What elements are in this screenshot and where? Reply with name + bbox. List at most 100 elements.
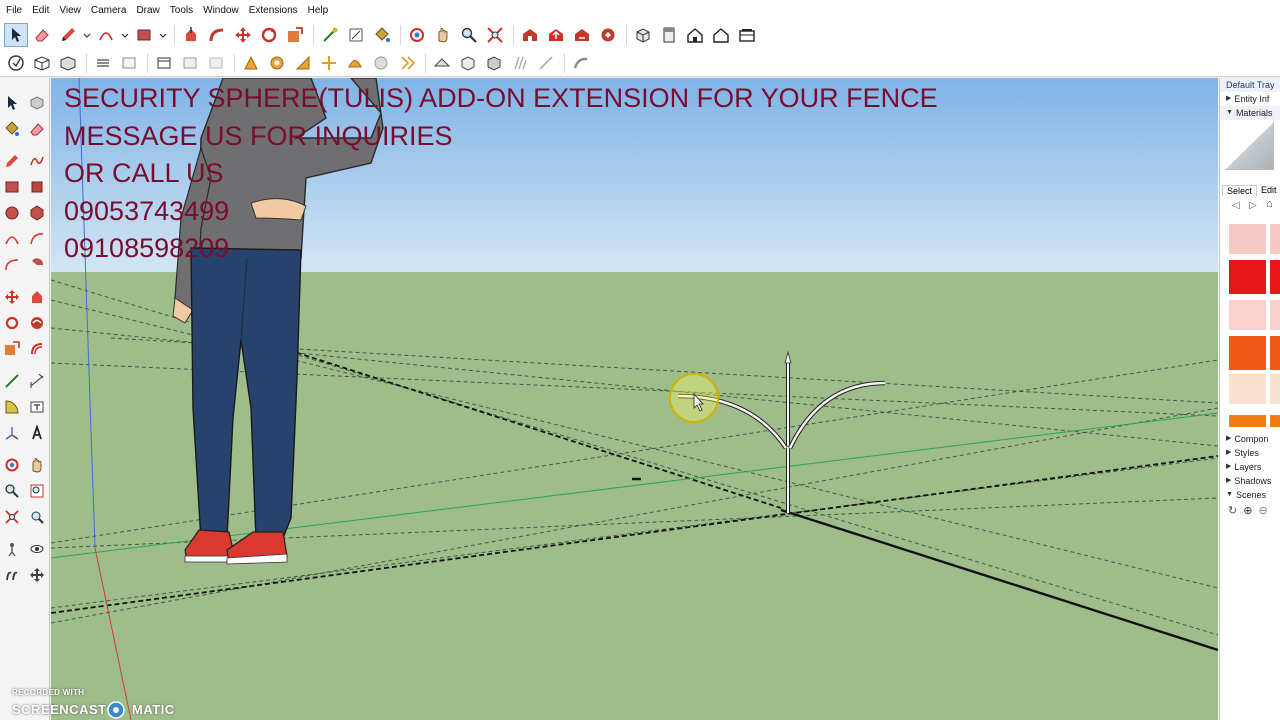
- menu-view[interactable]: View: [55, 0, 87, 22]
- swatch-orange-2[interactable]: [1270, 415, 1280, 427]
- tray-scenes[interactable]: ▼ Scenes: [1220, 488, 1280, 502]
- rotate-icon[interactable]: [257, 23, 281, 47]
- section-plane-icon[interactable]: [25, 563, 50, 588]
- tray-styles[interactable]: ▶ Styles: [1220, 446, 1280, 460]
- warehouse-icon[interactable]: [518, 23, 542, 47]
- components-icon[interactable]: [570, 23, 594, 47]
- nav-forward-icon[interactable]: ▷: [1249, 200, 1257, 211]
- chevron-down-icon[interactable]: [158, 23, 168, 47]
- select-icon[interactable]: [0, 91, 25, 116]
- scale-icon[interactable]: [0, 337, 25, 362]
- eraser-icon[interactable]: [30, 23, 54, 47]
- monochrome-icon[interactable]: [204, 51, 228, 75]
- paint-bucket-icon[interactable]: [370, 23, 394, 47]
- right-view-icon[interactable]: [709, 23, 733, 47]
- zoom-icon[interactable]: [0, 479, 25, 504]
- tray-components[interactable]: ▶ Compon: [1220, 432, 1280, 446]
- model-viewport[interactable]: SECURITY SPHERE(TULIS) ADD-ON EXTENSION …: [51, 78, 1218, 720]
- make-component-icon[interactable]: [25, 91, 50, 116]
- tray-entity-info[interactable]: ▶ Entity Inf: [1220, 92, 1280, 106]
- swatch-orange-red[interactable]: [1229, 336, 1266, 370]
- union-icon[interactable]: [317, 51, 341, 75]
- protractor-icon[interactable]: [0, 395, 25, 420]
- text-icon[interactable]: [25, 395, 50, 420]
- menu-draw[interactable]: Draw: [132, 0, 165, 22]
- offset-icon[interactable]: [25, 337, 50, 362]
- menu-file[interactable]: File: [2, 0, 28, 22]
- swatch-peach[interactable]: [1229, 374, 1266, 404]
- smoove-icon[interactable]: [482, 51, 506, 75]
- arc-icon[interactable]: [0, 227, 25, 252]
- zoom-extents-icon[interactable]: [0, 505, 25, 530]
- orbit-icon[interactable]: [0, 453, 25, 478]
- menu-camera[interactable]: Camera: [87, 0, 133, 22]
- orbit-icon[interactable]: [405, 23, 429, 47]
- trim-icon[interactable]: [369, 51, 393, 75]
- tray-shadows[interactable]: ▶ Shadows: [1220, 474, 1280, 488]
- swatch-pale-pink-2[interactable]: [1270, 300, 1280, 330]
- eraser-icon[interactable]: [25, 117, 50, 142]
- model-info-icon[interactable]: [4, 51, 28, 75]
- swatch-light-pink-2[interactable]: [1270, 224, 1280, 254]
- follow-me-icon[interactable]: [205, 23, 229, 47]
- position-camera-icon[interactable]: [0, 537, 25, 562]
- polygon-icon[interactable]: [25, 201, 50, 226]
- walk-icon[interactable]: [0, 563, 25, 588]
- hidden-line-icon[interactable]: [117, 51, 141, 75]
- look-around-icon[interactable]: [25, 537, 50, 562]
- add-scene-icon[interactable]: ⊕: [1243, 504, 1252, 518]
- tray-layers[interactable]: ▶ Layers: [1220, 460, 1280, 474]
- menu-tools[interactable]: Tools: [166, 0, 199, 22]
- scale-icon[interactable]: [283, 23, 307, 47]
- menu-extensions[interactable]: Extensions: [245, 0, 304, 22]
- rectangle-icon[interactable]: [0, 175, 25, 200]
- three-point-arc-icon[interactable]: [0, 253, 25, 278]
- circle-icon[interactable]: [0, 201, 25, 226]
- remove-scene-icon[interactable]: ⊖: [1258, 504, 1267, 518]
- dimension-icon[interactable]: [344, 23, 368, 47]
- stamp-icon[interactable]: [508, 51, 532, 75]
- swatch-red-2[interactable]: [1270, 260, 1280, 294]
- rectangle-icon[interactable]: [132, 23, 156, 47]
- share-model-icon[interactable]: [544, 23, 568, 47]
- previous-view-icon[interactable]: [25, 505, 50, 530]
- subtract-icon[interactable]: [343, 51, 367, 75]
- rotated-rectangle-icon[interactable]: [25, 175, 50, 200]
- chevron-down-icon[interactable]: [82, 23, 92, 47]
- drape-icon[interactable]: [534, 51, 558, 75]
- pan-icon[interactable]: [25, 453, 50, 478]
- front-view-icon[interactable]: [683, 23, 707, 47]
- split-icon[interactable]: [395, 51, 419, 75]
- xray-icon[interactable]: [30, 51, 54, 75]
- pie-icon[interactable]: [25, 253, 50, 278]
- follow-me-icon[interactable]: [25, 311, 50, 336]
- move-icon[interactable]: [231, 23, 255, 47]
- swatch-orange-red-2[interactable]: [1270, 336, 1280, 370]
- axes-icon[interactable]: [0, 421, 25, 446]
- home-icon[interactable]: ⌂: [1266, 198, 1273, 210]
- top-view-icon[interactable]: [657, 23, 681, 47]
- shaded-icon[interactable]: [152, 51, 176, 75]
- two-point-arc-icon[interactable]: [25, 227, 50, 252]
- menu-window[interactable]: Window: [199, 0, 245, 22]
- swatch-peach-2[interactable]: [1270, 374, 1280, 404]
- menu-help[interactable]: Help: [304, 0, 335, 22]
- nav-back-icon[interactable]: ◁: [1232, 200, 1240, 211]
- move-icon[interactable]: [0, 285, 25, 310]
- pencil-icon[interactable]: [56, 23, 80, 47]
- shaded-texture-icon[interactable]: [178, 51, 202, 75]
- back-view-icon[interactable]: [735, 23, 759, 47]
- sandbox-from-scratch-icon[interactable]: [456, 51, 480, 75]
- arc-icon[interactable]: [94, 23, 118, 47]
- back-edges-icon[interactable]: [56, 51, 80, 75]
- extension-warehouse-icon[interactable]: [596, 23, 620, 47]
- intersect-icon[interactable]: [291, 51, 315, 75]
- chevron-down-icon[interactable]: [120, 23, 130, 47]
- tab-edit[interactable]: Edit: [1257, 185, 1280, 195]
- tray-materials[interactable]: ▼ Materials: [1220, 106, 1280, 120]
- line-icon[interactable]: [0, 149, 25, 174]
- zoom-extents-icon[interactable]: [483, 23, 507, 47]
- extension-tool-icon[interactable]: [569, 51, 593, 75]
- swatch-red[interactable]: [1229, 260, 1266, 294]
- zoom-window-icon[interactable]: [25, 479, 50, 504]
